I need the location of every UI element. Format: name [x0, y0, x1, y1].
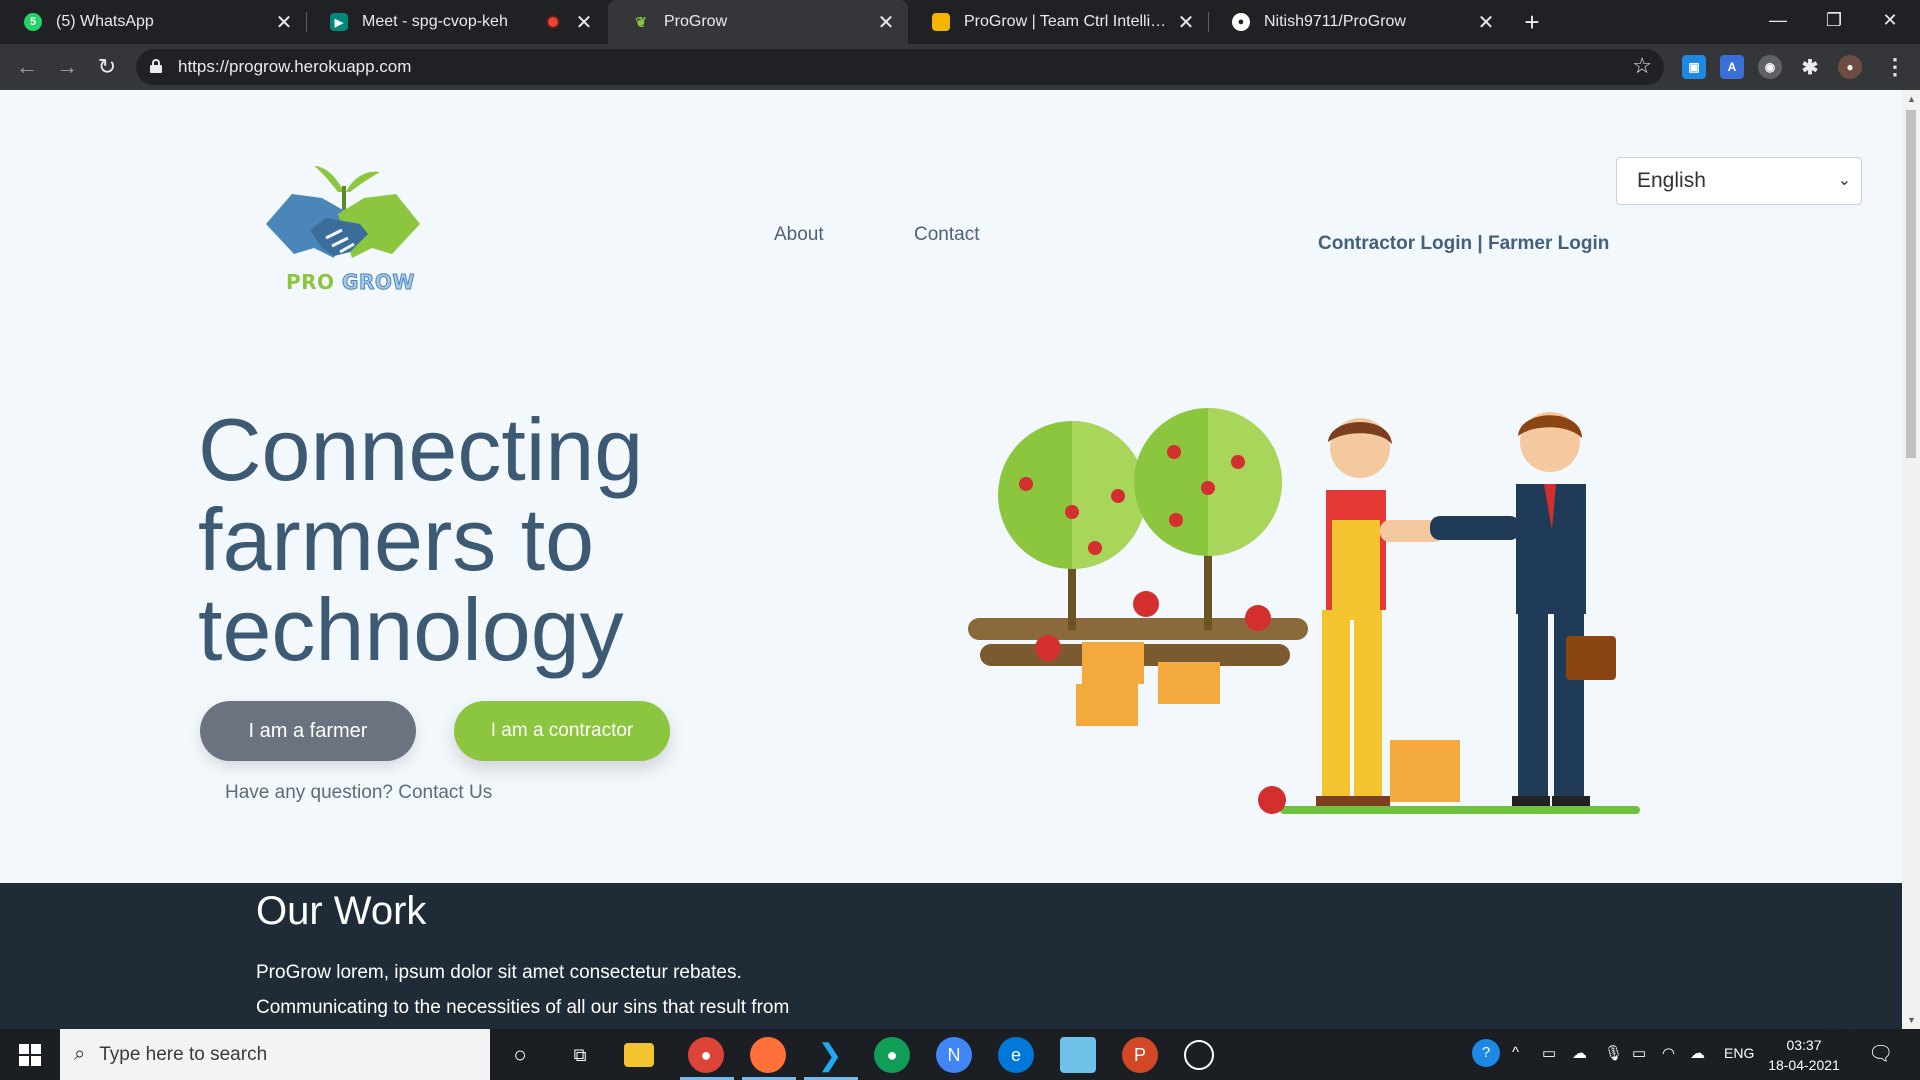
file-explorer-icon[interactable]	[624, 1043, 654, 1067]
farmer-contractor-handshake-illustration	[968, 408, 1640, 814]
firefox-icon[interactable]	[750, 1037, 786, 1073]
scroll-down-icon[interactable]: ▼	[1907, 1015, 1916, 1025]
battery-icon[interactable]: ▭	[1632, 1044, 1646, 1062]
tab-slides[interactable]: ProGrow | Team Ctrl Intelligence ✕	[908, 0, 1208, 44]
forward-button[interactable]: →	[52, 52, 82, 82]
contractor-button[interactable]: I am a contractor	[454, 701, 670, 761]
tab-title: Meet - spg-cvop-keh	[362, 13, 508, 30]
search-icon: ⌕	[74, 1043, 86, 1065]
task-view-icon[interactable]: ⧉	[562, 1037, 598, 1073]
chevron-up-icon[interactable]: ^	[1512, 1044, 1519, 1061]
windows-taskbar: ⌕ Type here to search ○ ⧉ ● ❯ ● N e P ? …	[0, 1029, 1920, 1080]
taskbar-search-input[interactable]: ⌕ Type here to search	[60, 1029, 490, 1080]
browser-tab-strip: 5 (5) WhatsApp ✕ ▶ Meet - spg-cvop-keh ✕…	[0, 0, 1920, 44]
close-window-button[interactable]: ✕	[1862, 0, 1918, 40]
recording-indicator-icon	[546, 15, 560, 29]
progrow-icon: ❦	[635, 13, 647, 30]
search-placeholder: Type here to search	[99, 1043, 268, 1065]
windows-logo-icon	[19, 1043, 41, 1066]
profile-avatar[interactable]: ●	[1838, 55, 1862, 79]
our-work-text: ProGrow lorem, ipsum dolor sit amet cons…	[256, 955, 866, 1025]
progrow-logo-text: PRO GROW	[286, 270, 415, 295]
nav-contact-link[interactable]: Contact	[914, 224, 979, 246]
github-icon: ●	[1232, 13, 1250, 31]
our-work-section: Our Work ProGrow lorem, ipsum dolor sit …	[0, 883, 1902, 1029]
browser-toolbar: ← → ↻ https://progrow.herokuapp.com ☆ ▣ …	[0, 44, 1920, 90]
extension-meet-icon[interactable]: ◉	[1758, 55, 1782, 79]
scroll-up-icon[interactable]: ▲	[1907, 94, 1916, 104]
chrome-profile-icon[interactable]: ●	[874, 1037, 910, 1073]
reload-button[interactable]: ↻	[92, 52, 122, 82]
our-work-heading: Our Work	[256, 889, 427, 933]
address-bar[interactable]: https://progrow.herokuapp.com ☆	[136, 49, 1664, 85]
chrome-profile-n-icon[interactable]: N	[936, 1037, 972, 1073]
language-select[interactable]: English ⌄	[1616, 157, 1862, 205]
obs-icon[interactable]	[1184, 1040, 1214, 1070]
nav-about-link[interactable]: About	[774, 224, 824, 246]
clock[interactable]: 03:37 18-04-2021	[1762, 1035, 1846, 1075]
hero-title-line-1: Connecting	[198, 400, 644, 499]
hero-title: Connecting farmers to technology	[198, 405, 758, 675]
meet-tray-icon[interactable]: ▭	[1542, 1044, 1556, 1062]
whatsapp-icon: 5	[24, 13, 42, 31]
edge-icon[interactable]: e	[998, 1037, 1034, 1073]
bookmark-star-icon[interactable]: ☆	[1632, 53, 1652, 79]
tab-title: ProGrow | Team Ctrl Intelligence	[964, 13, 1174, 30]
microphone-icon[interactable]: 🎙	[1604, 1044, 1623, 1062]
tab-title: (5) WhatsApp	[56, 13, 154, 30]
onedrive-icon[interactable]: ☁	[1572, 1044, 1587, 1062]
logo-pro-text: PRO	[286, 270, 335, 294]
page-scrollbar[interactable]: ▲ ▼	[1902, 90, 1920, 1029]
notepad-icon[interactable]	[1060, 1037, 1096, 1073]
minimize-button[interactable]: —	[1750, 0, 1806, 40]
google-meet-icon: ▶	[330, 13, 348, 31]
progrow-page: PRO GROW About Contact Contractor Login …	[0, 90, 1902, 1029]
wifi-icon[interactable]: ◠	[1662, 1044, 1675, 1062]
close-icon[interactable]: ✕	[1174, 10, 1198, 34]
vscode-icon[interactable]: ❯	[812, 1037, 848, 1073]
tab-title: ProGrow	[664, 13, 728, 30]
contact-question[interactable]: Have any question? Contact Us	[225, 782, 492, 804]
cortana-icon[interactable]: ○	[502, 1037, 538, 1073]
close-icon[interactable]: ✕	[1474, 10, 1498, 34]
logo-grow-text: GROW	[342, 270, 415, 295]
powerpoint-icon[interactable]: P	[1122, 1037, 1158, 1073]
lock-icon	[150, 59, 162, 73]
google-slides-icon	[932, 13, 950, 31]
extensions-puzzle-icon[interactable]: ✱	[1798, 55, 1822, 79]
help-icon[interactable]: ?	[1472, 1039, 1500, 1067]
progrow-logo-icon[interactable]	[264, 152, 424, 282]
windows-start-button[interactable]	[0, 1029, 60, 1080]
new-tab-button[interactable]: +	[1516, 6, 1548, 38]
restore-button[interactable]: ❐	[1806, 0, 1862, 40]
url-text[interactable]: https://progrow.herokuapp.com	[178, 57, 411, 77]
language-select-value: English	[1637, 169, 1706, 192]
menu-kebab-icon[interactable]: ⋮	[1884, 54, 1906, 80]
clock-time: 03:37	[1786, 1037, 1822, 1053]
scrollbar-thumb[interactable]	[1906, 110, 1916, 458]
chevron-down-icon: ⌄	[1837, 172, 1851, 189]
clock-date: 18-04-2021	[1768, 1057, 1840, 1073]
input-language-indicator[interactable]: ENG	[1724, 1045, 1754, 1061]
hero-title-line-2: farmers to	[198, 490, 595, 589]
back-button[interactable]: ←	[12, 52, 42, 82]
cloud-upload-icon[interactable]: ☁	[1690, 1044, 1705, 1062]
tab-whatsapp[interactable]: 5 (5) WhatsApp ✕	[0, 0, 306, 44]
tab-meet[interactable]: ▶ Meet - spg-cvop-keh ✕	[306, 0, 606, 44]
notifications-icon[interactable]: 🗨	[1868, 1041, 1893, 1066]
extension-translate-icon[interactable]: A	[1720, 55, 1744, 79]
chrome-icon[interactable]: ●	[688, 1037, 724, 1073]
our-work-line: ProGrow lorem, ipsum dolor sit amet cons…	[256, 962, 742, 983]
hero-title-line-3: technology	[198, 580, 624, 679]
extension-screenshot-icon[interactable]: ▣	[1682, 55, 1706, 79]
tab-github[interactable]: ● Nitish9711/ProGrow ✕	[1208, 0, 1508, 44]
close-icon[interactable]: ✕	[272, 10, 296, 34]
our-work-line: Communicating to the necessities of all …	[256, 997, 790, 1018]
login-links[interactable]: Contractor Login | Farmer Login	[1318, 233, 1609, 255]
farmer-button[interactable]: I am a farmer	[200, 701, 416, 761]
close-icon[interactable]: ✕	[572, 10, 596, 34]
tab-progrow[interactable]: ❦ ProGrow ✕	[608, 0, 908, 44]
close-icon[interactable]: ✕	[874, 10, 898, 34]
tab-title: Nitish9711/ProGrow	[1264, 13, 1406, 30]
